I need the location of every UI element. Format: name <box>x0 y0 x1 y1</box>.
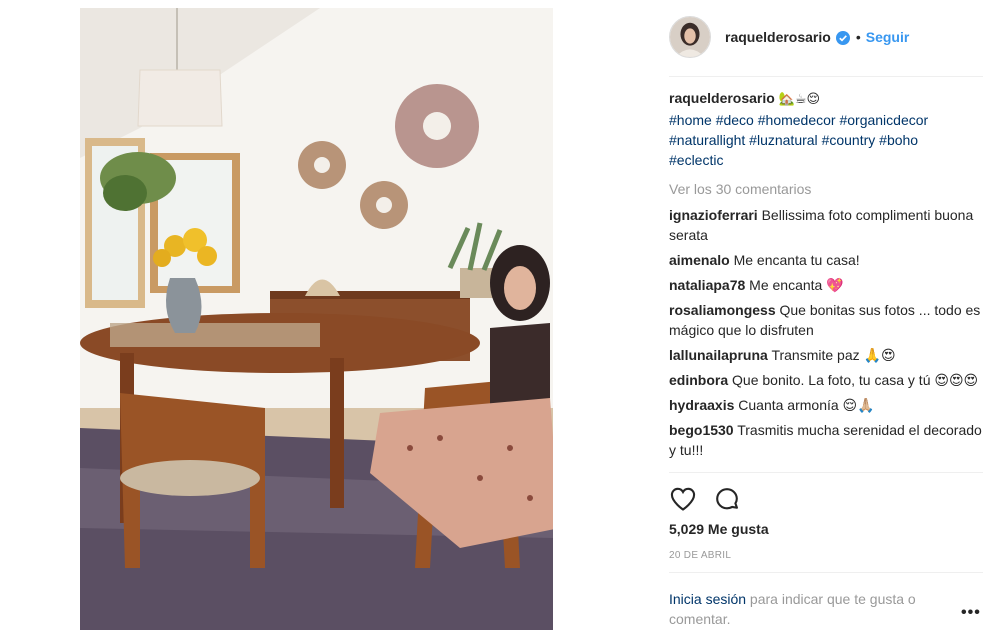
comments-section: raquelderosario 🏡☕😌 #home #deco #homedec… <box>669 88 983 466</box>
comment-text: Me encanta 💖 <box>749 277 844 293</box>
avatar[interactable] <box>669 16 711 58</box>
likes-count[interactable]: 5,029 Me gusta <box>669 521 769 537</box>
hashtag-organicdecor[interactable]: #organicdecor <box>839 112 928 128</box>
comment-text: Me encanta tu casa! <box>733 252 860 268</box>
post-actions <box>669 485 741 515</box>
post-date: 20 DE ABRIL <box>669 550 732 561</box>
comment-username[interactable]: lallunailapruna <box>669 347 768 363</box>
comment: aimenalo Me encanta tu casa! <box>669 250 983 270</box>
hashtags: #home #deco #homedecor #organicdecor #na… <box>669 112 928 168</box>
dining-room-image <box>80 8 553 630</box>
separator-dot: • <box>855 29 861 45</box>
comment: edinbora Que bonito. La foto, tu casa y … <box>669 370 983 390</box>
comment-username[interactable]: nataliapa78 <box>669 277 745 293</box>
hashtag-boho[interactable]: #boho <box>879 132 918 148</box>
view-all-comments-link[interactable]: Ver los 30 comentarios <box>669 179 983 199</box>
comment-username[interactable]: ignazioferrari <box>669 207 758 223</box>
like-heart-icon[interactable] <box>669 485 697 513</box>
more-options-icon[interactable]: ••• <box>961 604 981 622</box>
comment-username[interactable]: aimenalo <box>669 252 730 268</box>
comment-text: Transmite paz 🙏😍 <box>771 347 896 363</box>
footer-divider <box>669 572 983 573</box>
comment-text: Cuanta armonía 😌🙏🏼 <box>738 397 875 413</box>
post-caption: raquelderosario 🏡☕😌 #home #deco #homedec… <box>669 88 983 170</box>
comment: lallunailapruna Transmite paz 🙏😍 <box>669 345 983 365</box>
comment-text: Que bonito. La foto, tu casa y tú 😍😍😍 <box>732 372 979 388</box>
comment: rosaliamongess Que bonitas sus fotos ...… <box>669 300 983 340</box>
follow-button[interactable]: Seguir <box>866 29 910 45</box>
hashtag-luznatural[interactable]: #luznatural <box>749 132 818 148</box>
header-divider <box>669 76 983 77</box>
hashtag-home[interactable]: #home <box>669 112 712 128</box>
post-sidebar: raquelderosario • Seguir raquelderosario… <box>669 0 983 637</box>
comment-username[interactable]: bego1530 <box>669 422 734 438</box>
comment-bubble-icon[interactable] <box>713 485 741 513</box>
comment: hydraaxis Cuanta armonía 😌🙏🏼 <box>669 395 983 415</box>
hashtag-country[interactable]: #country <box>822 132 876 148</box>
hashtag-homedecor[interactable]: #homedecor <box>758 112 836 128</box>
header-username[interactable]: raquelderosario <box>725 29 831 45</box>
caption-username[interactable]: raquelderosario <box>669 90 775 106</box>
login-link[interactable]: Inicia sesión <box>669 591 746 607</box>
post-photo[interactable] <box>80 8 553 630</box>
comment-username[interactable]: hydraaxis <box>669 397 734 413</box>
comment-username[interactable]: edinbora <box>669 372 728 388</box>
hashtag-deco[interactable]: #deco <box>716 112 754 128</box>
comment: ignazioferrari Bellissima foto complimen… <box>669 205 983 245</box>
comments-divider <box>669 472 983 473</box>
login-prompt: Inicia sesión para indicar que te gusta … <box>669 589 959 629</box>
post-header: raquelderosario • Seguir <box>669 12 983 62</box>
hashtag-eclectic[interactable]: #eclectic <box>669 152 723 168</box>
comment-username[interactable]: rosaliamongess <box>669 302 776 318</box>
verified-badge-icon <box>835 31 850 45</box>
hashtag-naturallight[interactable]: #naturallight <box>669 132 745 148</box>
comment: nataliapa78 Me encanta 💖 <box>669 275 983 295</box>
comment: bego1530 Trasmitis mucha serenidad el de… <box>669 420 983 460</box>
caption-emojis: 🏡☕😌 <box>778 92 821 107</box>
